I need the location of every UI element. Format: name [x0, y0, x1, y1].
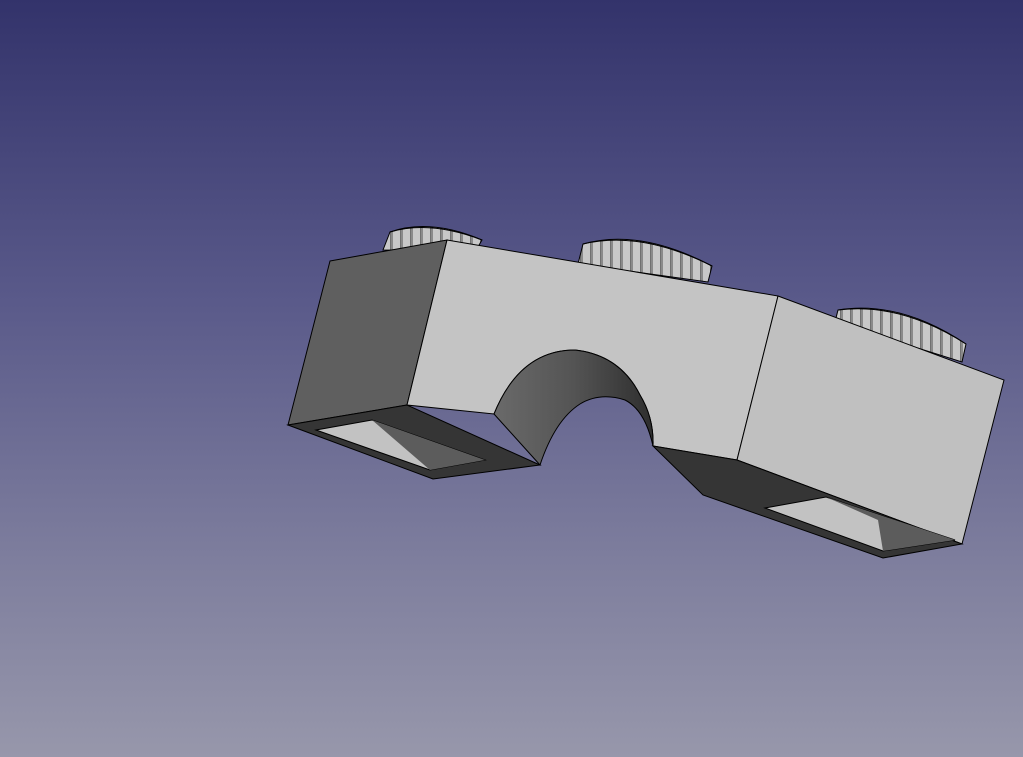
model-view[interactable]: [0, 0, 1023, 757]
3d-viewport[interactable]: [0, 0, 1023, 757]
front-face: [406, 239, 779, 461]
